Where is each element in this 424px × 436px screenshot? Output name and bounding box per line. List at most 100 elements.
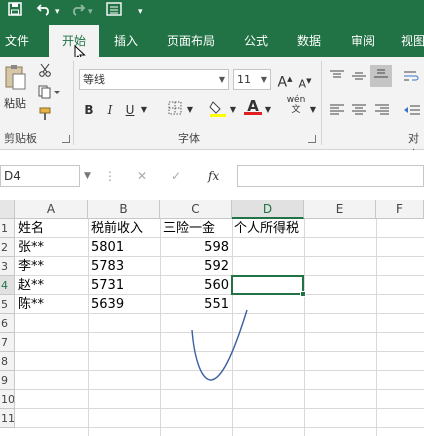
row-header-4[interactable]: 4 bbox=[0, 276, 15, 295]
row-header-11[interactable]: 11 bbox=[0, 409, 15, 428]
customize-qat-icon[interactable]: ▾ bbox=[138, 2, 143, 22]
borders-icon[interactable] bbox=[165, 101, 185, 120]
save-icon[interactable] bbox=[8, 2, 22, 22]
form-icon[interactable] bbox=[106, 2, 122, 22]
cell-b1[interactable]: 税前收入 bbox=[91, 219, 143, 238]
name-box[interactable]: D4 bbox=[0, 165, 80, 187]
cell-a3[interactable]: 李** bbox=[18, 257, 44, 276]
tab-insert[interactable]: 插入 bbox=[108, 25, 144, 57]
column-header-a[interactable]: A bbox=[15, 200, 88, 219]
row-header-6[interactable]: 6 bbox=[0, 314, 15, 333]
chevron-down-icon: ▼ bbox=[218, 75, 225, 84]
font-size-dropdown[interactable]: 11 ▼ bbox=[233, 69, 271, 90]
tab-review[interactable]: 审阅 bbox=[344, 25, 382, 57]
copy-icon[interactable] bbox=[36, 85, 62, 104]
formula-bar-splitter[interactable]: ⋮ bbox=[104, 165, 116, 187]
cell-b2[interactable]: 5801 bbox=[91, 238, 124, 257]
redo-dropdown-icon[interactable]: ▾ bbox=[88, 2, 93, 22]
bold-button[interactable]: B bbox=[82, 101, 96, 119]
column-header-f[interactable]: F bbox=[376, 200, 424, 219]
enter-icon[interactable]: ✓ bbox=[171, 165, 181, 187]
font-name-dropdown[interactable]: 等线 ▼ bbox=[79, 69, 229, 90]
clipboard-launcher-icon[interactable] bbox=[62, 135, 70, 143]
align-left-icon[interactable] bbox=[328, 103, 346, 121]
quick-access-toolbar: ▾ ▾ ▾ bbox=[0, 0, 424, 25]
row-header-9[interactable]: 9 bbox=[0, 371, 15, 390]
undo-icon[interactable] bbox=[36, 2, 52, 22]
underline-dropdown-icon[interactable]: ▼ bbox=[140, 101, 148, 119]
phonetic-dropdown-icon[interactable]: ▼ bbox=[309, 101, 317, 119]
paste-button[interactable]: 粘贴 bbox=[0, 95, 30, 113]
tab-file[interactable]: 文件 bbox=[0, 25, 34, 57]
tab-page-layout[interactable]: 页面布局 bbox=[163, 25, 219, 57]
row-header-7[interactable]: 7 bbox=[0, 333, 15, 352]
tab-view[interactable]: 视图 bbox=[398, 25, 424, 57]
phonetic-icon[interactable]: wén 文 bbox=[283, 95, 309, 115]
column-header-d[interactable]: D bbox=[232, 200, 304, 219]
align-middle-icon[interactable] bbox=[350, 69, 368, 87]
select-all-corner[interactable] bbox=[0, 200, 15, 219]
cell-d1[interactable]: 个人所得税 bbox=[234, 219, 299, 238]
fill-handle[interactable] bbox=[300, 291, 306, 297]
insert-function-button[interactable]: fx bbox=[208, 165, 219, 187]
tab-formulas[interactable]: 公式 bbox=[237, 25, 275, 57]
cell-c3[interactable]: 592 bbox=[160, 257, 232, 276]
cell-c2[interactable]: 598 bbox=[160, 238, 232, 257]
clipboard-group-label: 剪贴板 bbox=[4, 132, 37, 145]
font-color-icon[interactable]: A bbox=[244, 97, 262, 115]
column-header-e[interactable]: E bbox=[304, 200, 376, 219]
gridline bbox=[15, 427, 424, 428]
cut-icon[interactable] bbox=[36, 63, 54, 82]
format-painter-icon[interactable] bbox=[36, 107, 54, 126]
cell-c4[interactable]: 560 bbox=[160, 276, 232, 295]
cell-c1[interactable]: 三险一金 bbox=[163, 219, 215, 238]
grow-font-button[interactable]: A▲ bbox=[277, 70, 293, 92]
chevron-down-icon: ▼ bbox=[260, 75, 267, 84]
row-header-10[interactable]: 10 bbox=[0, 390, 15, 409]
cell-b5[interactable]: 5639 bbox=[91, 295, 124, 314]
column-header-c[interactable]: C bbox=[160, 200, 232, 219]
formula-input[interactable] bbox=[237, 165, 424, 187]
excel-window: ▾ ▾ ▾ 文件 开始 插入 页面布局 公式 数据 审阅 视图 粘贴 剪贴板 等… bbox=[0, 0, 424, 436]
row-header-5[interactable]: 5 bbox=[0, 295, 15, 314]
fill-color-dropdown-icon[interactable]: ▼ bbox=[229, 101, 237, 119]
column-header-b[interactable]: B bbox=[88, 200, 160, 219]
align-top-icon[interactable] bbox=[328, 69, 346, 87]
name-box-dropdown-icon[interactable]: ▼ bbox=[84, 165, 91, 187]
cell-a1[interactable]: 姓名 bbox=[18, 219, 44, 238]
align-bottom-icon[interactable] bbox=[370, 65, 392, 87]
redo-icon[interactable] bbox=[70, 2, 86, 22]
wrap-text-icon[interactable] bbox=[402, 69, 422, 87]
align-center-icon[interactable] bbox=[350, 103, 368, 121]
cancel-icon[interactable]: ✕ bbox=[137, 165, 147, 187]
group-separator bbox=[73, 61, 74, 145]
font-name-value: 等线 bbox=[83, 73, 105, 86]
cell-a2[interactable]: 张** bbox=[18, 238, 44, 257]
undo-dropdown-icon[interactable]: ▾ bbox=[55, 2, 60, 22]
italic-button[interactable]: I bbox=[104, 101, 116, 119]
tab-data[interactable]: 数据 bbox=[290, 25, 328, 57]
ribbon-home: 粘贴 剪贴板 等线 ▼ 11 ▼ A▲ A▼ B I U ▼ ▼ ▼ A ▼ w… bbox=[0, 57, 424, 161]
decrease-indent-icon[interactable] bbox=[402, 103, 422, 121]
cell-a5[interactable]: 陈** bbox=[18, 295, 44, 314]
paste-icon[interactable] bbox=[2, 63, 28, 93]
align-right-icon[interactable] bbox=[373, 103, 391, 121]
cell-a4[interactable]: 赵** bbox=[18, 276, 44, 295]
cell-b3[interactable]: 5783 bbox=[91, 257, 124, 276]
row-header-8[interactable]: 8 bbox=[0, 352, 15, 371]
underline-button[interactable]: U bbox=[124, 101, 136, 119]
active-cell-d4[interactable] bbox=[231, 275, 304, 295]
font-color-dropdown-icon[interactable]: ▼ bbox=[264, 101, 272, 119]
ribbon-tabs: 文件 开始 插入 页面布局 公式 数据 审阅 视图 bbox=[0, 25, 424, 57]
group-separator bbox=[321, 61, 322, 145]
shrink-font-button[interactable]: A▼ bbox=[297, 72, 313, 94]
row-header-1[interactable]: 1 bbox=[0, 219, 15, 238]
fill-color-icon[interactable] bbox=[208, 99, 228, 122]
borders-dropdown-icon[interactable]: ▼ bbox=[186, 101, 194, 119]
font-launcher-icon[interactable] bbox=[308, 135, 316, 143]
font-size-value: 11 bbox=[237, 73, 251, 86]
row-header-3[interactable]: 3 bbox=[0, 257, 15, 276]
cell-b4[interactable]: 5731 bbox=[91, 276, 124, 295]
row-header-2[interactable]: 2 bbox=[0, 238, 15, 257]
gridline bbox=[88, 219, 89, 436]
